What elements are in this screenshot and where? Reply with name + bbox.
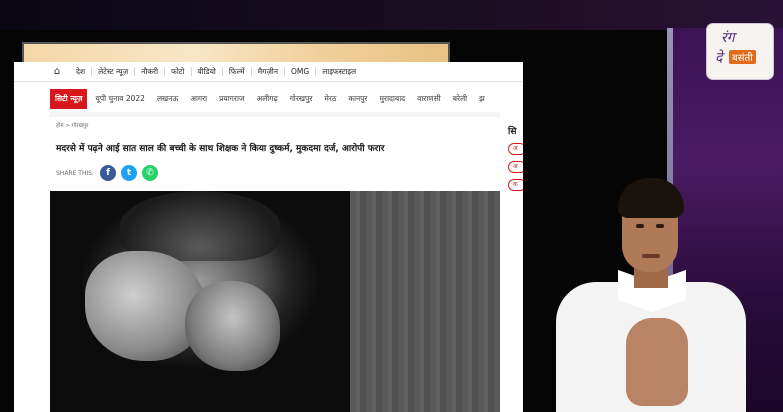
nav-item-lifestyle[interactable]: लाइफस्टाइल: [316, 67, 362, 76]
sidebar-pill[interactable]: अ: [508, 143, 523, 155]
nav-item-magazine[interactable]: मैगज़ीन: [252, 67, 286, 76]
sidebar-peek: सि अ अ क: [508, 124, 523, 304]
sidebar-title: सि: [508, 127, 517, 137]
presenter: [556, 178, 746, 412]
presenter-hands: [626, 318, 688, 406]
nav-item-films[interactable]: फिल्में: [223, 67, 252, 76]
article-image: [50, 191, 500, 412]
city-navigation: सिटी न्यूज़ यूपी चुनाव 2022 लखनऊ आगरा प्…: [14, 88, 523, 110]
presenter-eye-right: [656, 224, 664, 228]
twitter-icon[interactable]: t: [121, 165, 138, 181]
image-wall: [350, 191, 500, 412]
city-item-agra[interactable]: आगरा: [190, 94, 207, 104]
city-item-jhansi[interactable]: झ: [479, 94, 485, 104]
city-item-gorakhpur[interactable]: गोरखपुर: [290, 94, 313, 104]
city-item-lucknow[interactable]: लखनऊ: [157, 94, 178, 104]
home-icon[interactable]: ⌂: [52, 66, 62, 77]
image-hand-right: [185, 281, 280, 371]
city-item-bareilly[interactable]: बरेली: [453, 94, 467, 104]
share-bar: SHARE THIS: f t ✆: [56, 165, 494, 181]
channel-logo: रंग दे बसंती: [707, 24, 773, 79]
share-label: SHARE THIS:: [56, 169, 95, 177]
top-navigation: ⌂ देश लेटेस्ट न्यूज़ नौकरी फोटो वीडियो फ…: [14, 62, 523, 82]
nav-item-omg[interactable]: OMG: [285, 67, 317, 76]
whatsapp-icon[interactable]: ✆: [142, 165, 159, 181]
logo-text-line2: दे: [715, 50, 723, 66]
sidebar-pill[interactable]: क: [508, 179, 523, 191]
city-item-up-election[interactable]: यूपी चुनाव 2022: [95, 94, 144, 104]
top-bar: [0, 0, 783, 32]
city-item-aligarh[interactable]: अलीगढ़: [256, 94, 277, 104]
article-headline: मदरसे में पढ़ने आई सात साल की बच्ची के स…: [56, 144, 385, 154]
presenter-eye-left: [636, 224, 644, 228]
presenter-hair: [618, 178, 684, 218]
presenter-mouth: [642, 254, 660, 258]
nav-item-naukri[interactable]: नौकरी: [135, 67, 166, 76]
logo-badge: बसंती: [729, 50, 756, 64]
city-item-prayagraj[interactable]: प्रयागराज: [219, 94, 244, 104]
city-item-varanasi[interactable]: वाराणसी: [417, 94, 441, 104]
sidebar-pill[interactable]: अ: [508, 161, 523, 173]
article: होम > गोरखपुर मदरसे में पढ़ने आई सात साल…: [50, 117, 500, 412]
content-area: होम > गोरखपुर मदरसे में पढ़ने आई सात साल…: [50, 112, 500, 412]
logo-text-line1: रंग: [721, 30, 735, 46]
nav-item-video[interactable]: वीडियो: [192, 67, 223, 76]
city-item-kanpur[interactable]: कानपुर: [348, 94, 367, 104]
nav-item-desh[interactable]: देश: [70, 67, 93, 76]
city-news-brand[interactable]: सिटी न्यूज़: [50, 89, 88, 109]
city-item-meerut[interactable]: मेरठ: [324, 94, 336, 104]
nav-item-photo[interactable]: फोटो: [165, 67, 192, 76]
news-browser-window: ⌂ देश लेटेस्ट न्यूज़ नौकरी फोटो वीडियो फ…: [14, 62, 523, 412]
breadcrumb[interactable]: होम > गोरखपुर: [56, 121, 494, 129]
city-item-moradabad[interactable]: मुरादाबाद: [380, 94, 406, 104]
facebook-icon[interactable]: f: [100, 165, 117, 181]
nav-item-latest-news[interactable]: लेटेस्ट न्यूज़: [92, 67, 136, 76]
